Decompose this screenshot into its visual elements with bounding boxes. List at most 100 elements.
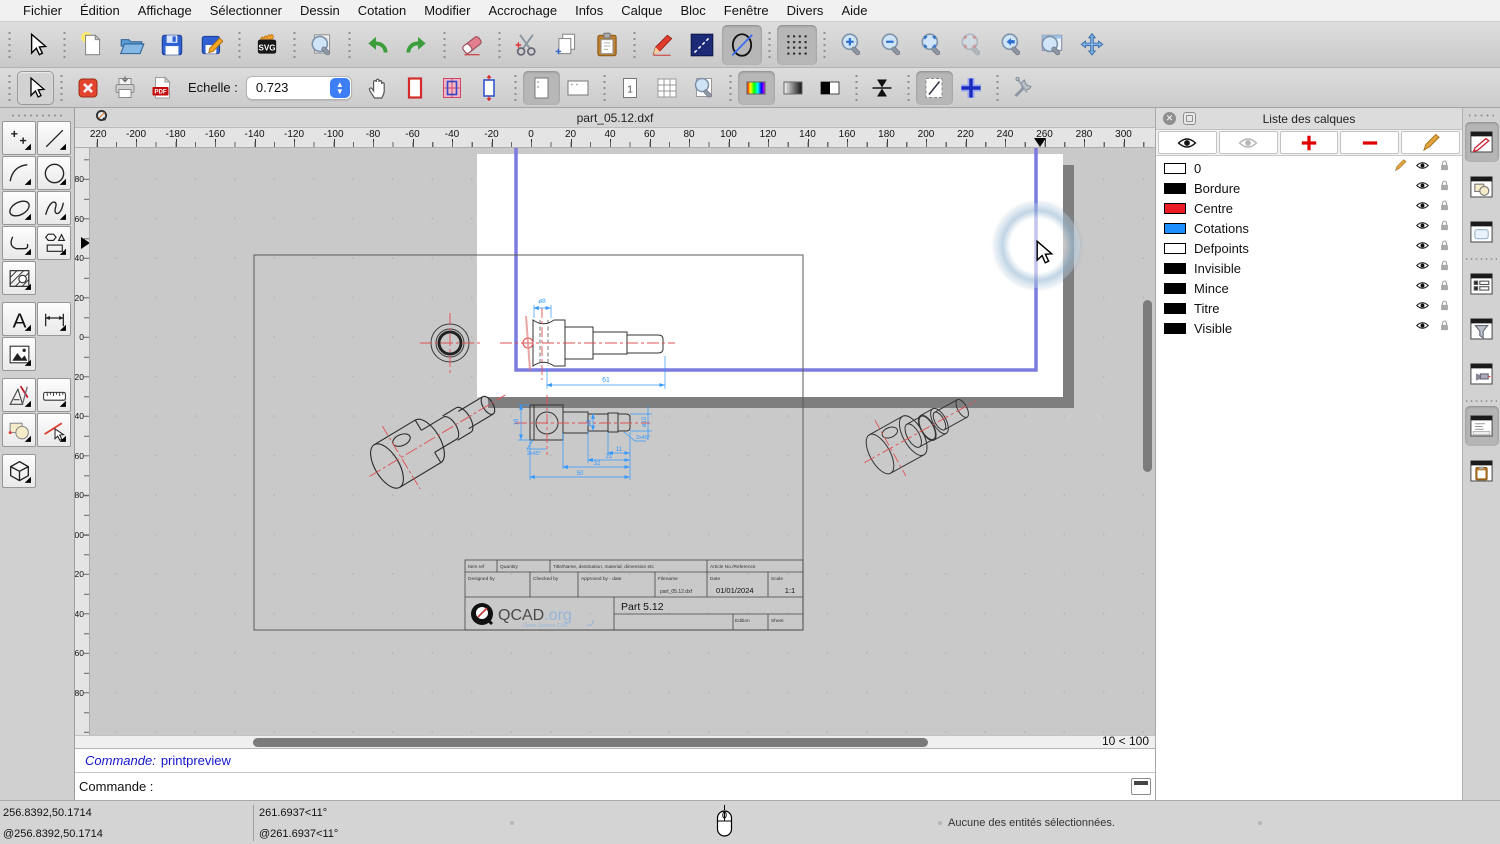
redo-button[interactable] (397, 25, 437, 65)
close-panel-button[interactable] (1163, 112, 1176, 125)
layer-visibility-eye-icon[interactable] (1415, 298, 1430, 318)
hand-pan-button[interactable] (360, 71, 397, 105)
menu-bloc[interactable]: Bloc (671, 0, 714, 22)
dock-command-line-button[interactable] (1465, 406, 1499, 446)
layer-lock-icon[interactable] (1437, 278, 1452, 298)
close-print-preview-button[interactable] (69, 71, 106, 105)
paper-border-button[interactable] (397, 71, 434, 105)
text-tool-button[interactable]: A (2, 302, 36, 336)
svg-export-button[interactable]: SVG (247, 25, 287, 65)
grid-toggle-button[interactable] (777, 25, 817, 65)
save-file-as-button[interactable] (192, 25, 232, 65)
color-full-button[interactable] (738, 71, 775, 105)
show-all-layers-button[interactable] (1158, 131, 1217, 154)
layer-visibility-eye-icon[interactable] (1415, 198, 1430, 218)
layer-lock-icon[interactable] (1437, 318, 1452, 338)
layer-color-swatch[interactable] (1164, 203, 1186, 214)
crosshair-blue-button[interactable] (953, 71, 990, 105)
layer-color-swatch[interactable] (1164, 303, 1186, 314)
zoom-selection-button[interactable] (952, 25, 992, 65)
color-blackwhite-button[interactable] (812, 71, 849, 105)
layer-row-titre[interactable]: Titre (1156, 298, 1462, 318)
horizontal-scrollbar-track[interactable]: 10 < 100 (75, 735, 1155, 748)
menu-infos[interactable]: Infos (566, 0, 612, 22)
cut-button[interactable] (507, 25, 547, 65)
layer-lock-icon[interactable] (1437, 258, 1452, 278)
open-file-button[interactable] (112, 25, 152, 65)
layer-lock-icon[interactable] (1437, 158, 1452, 178)
hairlines-button[interactable] (864, 71, 901, 105)
layer-lock-icon[interactable] (1437, 178, 1452, 198)
menu-divers[interactable]: Divers (778, 0, 833, 22)
menu-accrochage[interactable]: Accrochage (479, 0, 566, 22)
layer-color-swatch[interactable] (1164, 183, 1186, 194)
paper-size-button[interactable] (471, 71, 508, 105)
edit-layer-button[interactable] (1401, 131, 1460, 154)
layer-lock-icon[interactable] (1437, 218, 1452, 238)
single-page-button[interactable]: 1 (612, 71, 649, 105)
dock-block-list-button[interactable] (1465, 167, 1499, 207)
draw-pencil-button[interactable] (642, 25, 682, 65)
dock-drag-handle[interactable] (1469, 112, 1494, 118)
layer-color-swatch[interactable] (1164, 263, 1186, 274)
stepper-icon[interactable]: ▲▼ (330, 78, 350, 98)
dock-filter-button[interactable] (1465, 309, 1499, 349)
layer-visibility-eye-icon[interactable] (1415, 258, 1430, 278)
page-diagonal-button[interactable] (916, 71, 953, 105)
menu-affichage[interactable]: Affichage (129, 0, 201, 22)
pointer-button[interactable] (17, 25, 57, 65)
multi-page-button[interactable] (649, 71, 686, 105)
layer-color-swatch[interactable] (1164, 283, 1186, 294)
menu-cotation[interactable]: Cotation (349, 0, 415, 22)
settings-wrench-button[interactable] (1005, 71, 1042, 105)
menu-aide[interactable]: Aide (832, 0, 876, 22)
drawing-canvas[interactable]: ø8 61 (90, 148, 1155, 735)
menu-modifier[interactable]: Modifier (415, 0, 479, 22)
dock-selection-button[interactable] (1465, 212, 1499, 252)
menu-dessin[interactable]: Dessin (291, 0, 349, 22)
add-layer-button[interactable] (1280, 131, 1339, 154)
points-tool-button[interactable] (2, 121, 36, 155)
zoom-previous-button[interactable] (992, 25, 1032, 65)
layer-visibility-eye-icon[interactable] (1415, 218, 1430, 238)
layer-row-visible[interactable]: Visible (1156, 318, 1462, 338)
pointer-button[interactable] (17, 71, 54, 105)
command-panel-toggle-button[interactable] (1131, 778, 1151, 795)
vertical-scrollbar[interactable] (1143, 300, 1152, 472)
layer-row-centre[interactable]: Centre (1156, 198, 1462, 218)
layer-visibility-eye-icon[interactable] (1415, 178, 1430, 198)
page-landscape-button[interactable] (560, 71, 597, 105)
layer-color-swatch[interactable] (1164, 323, 1186, 334)
menu-fen-tre[interactable]: Fenêtre (715, 0, 778, 22)
ellipse-tool-button[interactable] (2, 191, 36, 225)
line-segment-button[interactable] (682, 25, 722, 65)
zoom-in-button[interactable] (832, 25, 872, 65)
new-file-button[interactable] (72, 25, 112, 65)
arc-tool-button[interactable] (2, 156, 36, 190)
dock-clipboard-button[interactable] (1465, 451, 1499, 491)
layer-row-defpoints[interactable]: Defpoints (1156, 238, 1462, 258)
solid-tool-button[interactable] (2, 454, 36, 488)
layer-color-swatch[interactable] (1164, 223, 1186, 234)
snap-tool-button[interactable] (37, 413, 71, 447)
hatch-tool-button[interactable] (2, 261, 36, 295)
layer-lock-icon[interactable] (1437, 238, 1452, 258)
pan-button[interactable] (1072, 25, 1112, 65)
menu--dition[interactable]: Édition (71, 0, 129, 22)
layer-row-mince[interactable]: Mince (1156, 278, 1462, 298)
page-portrait-button[interactable] (523, 71, 560, 105)
menu-calque[interactable]: Calque (612, 0, 671, 22)
layer-visibility-eye-icon[interactable] (1415, 158, 1430, 178)
palette-drag-handle[interactable] (8, 111, 66, 119)
layer-row-cotations[interactable]: Cotations (1156, 218, 1462, 238)
print-preview-find-button[interactable] (302, 25, 342, 65)
erase-button[interactable] (452, 25, 492, 65)
scale-select[interactable]: 0.723▲▼ (246, 76, 352, 100)
hide-all-layers-button[interactable] (1219, 131, 1278, 154)
layer-lock-icon[interactable] (1437, 298, 1452, 318)
polyline-tool-button[interactable] (2, 226, 36, 260)
layer-visibility-eye-icon[interactable] (1415, 238, 1430, 258)
menu-fichier[interactable]: Fichier (14, 0, 71, 22)
modify-tool-button[interactable] (2, 413, 36, 447)
copy-button[interactable] (547, 25, 587, 65)
